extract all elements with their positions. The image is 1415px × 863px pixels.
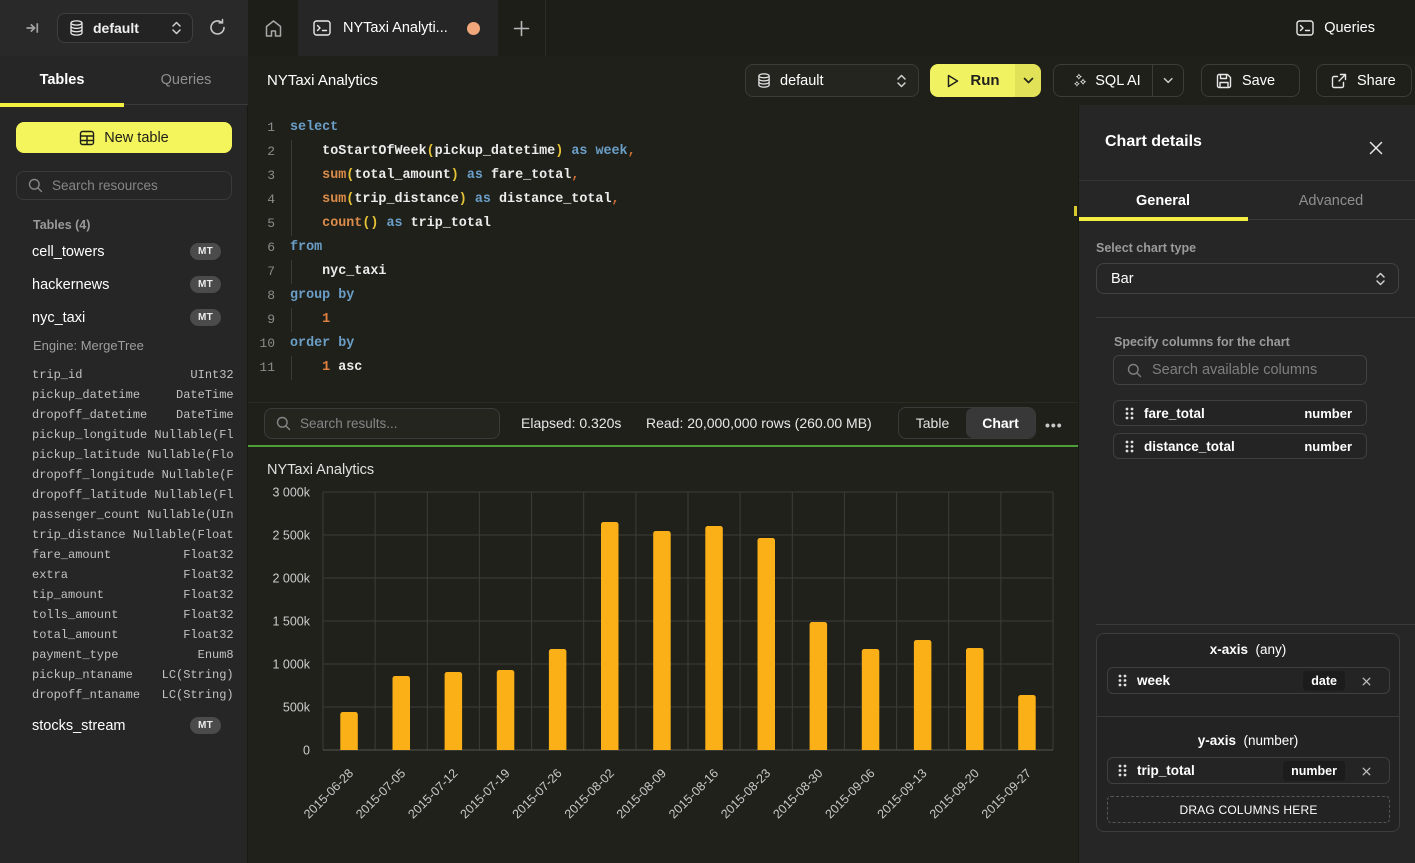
svg-text:2015-09-06: 2015-09-06 <box>823 766 878 821</box>
svg-text:2015-07-26: 2015-07-26 <box>510 766 565 821</box>
svg-text:2015-08-30: 2015-08-30 <box>770 766 825 821</box>
svg-text:2015-09-13: 2015-09-13 <box>875 766 930 821</box>
svg-text:0: 0 <box>303 744 310 758</box>
svg-text:2015-08-09: 2015-08-09 <box>614 766 669 821</box>
svg-text:500k: 500k <box>283 701 311 715</box>
svg-text:2015-06-28: 2015-06-28 <box>301 766 356 821</box>
svg-text:1 000k: 1 000k <box>272 658 310 672</box>
svg-text:2015-08-16: 2015-08-16 <box>666 766 721 821</box>
svg-text:NYTaxi Analytics: NYTaxi Analytics <box>267 462 374 478</box>
svg-text:2015-08-23: 2015-08-23 <box>718 766 773 821</box>
svg-text:2015-08-02: 2015-08-02 <box>562 766 617 821</box>
svg-text:2015-07-05: 2015-07-05 <box>353 766 408 821</box>
svg-text:2 000k: 2 000k <box>272 572 310 586</box>
svg-text:2015-09-20: 2015-09-20 <box>927 766 982 821</box>
svg-text:1 500k: 1 500k <box>272 615 310 629</box>
svg-text:3 000k: 3 000k <box>272 486 310 500</box>
svg-text:2015-09-27: 2015-09-27 <box>979 766 1034 821</box>
svg-text:2015-07-19: 2015-07-19 <box>458 766 513 821</box>
svg-text:2015-07-12: 2015-07-12 <box>405 766 460 821</box>
svg-text:2 500k: 2 500k <box>272 529 310 543</box>
